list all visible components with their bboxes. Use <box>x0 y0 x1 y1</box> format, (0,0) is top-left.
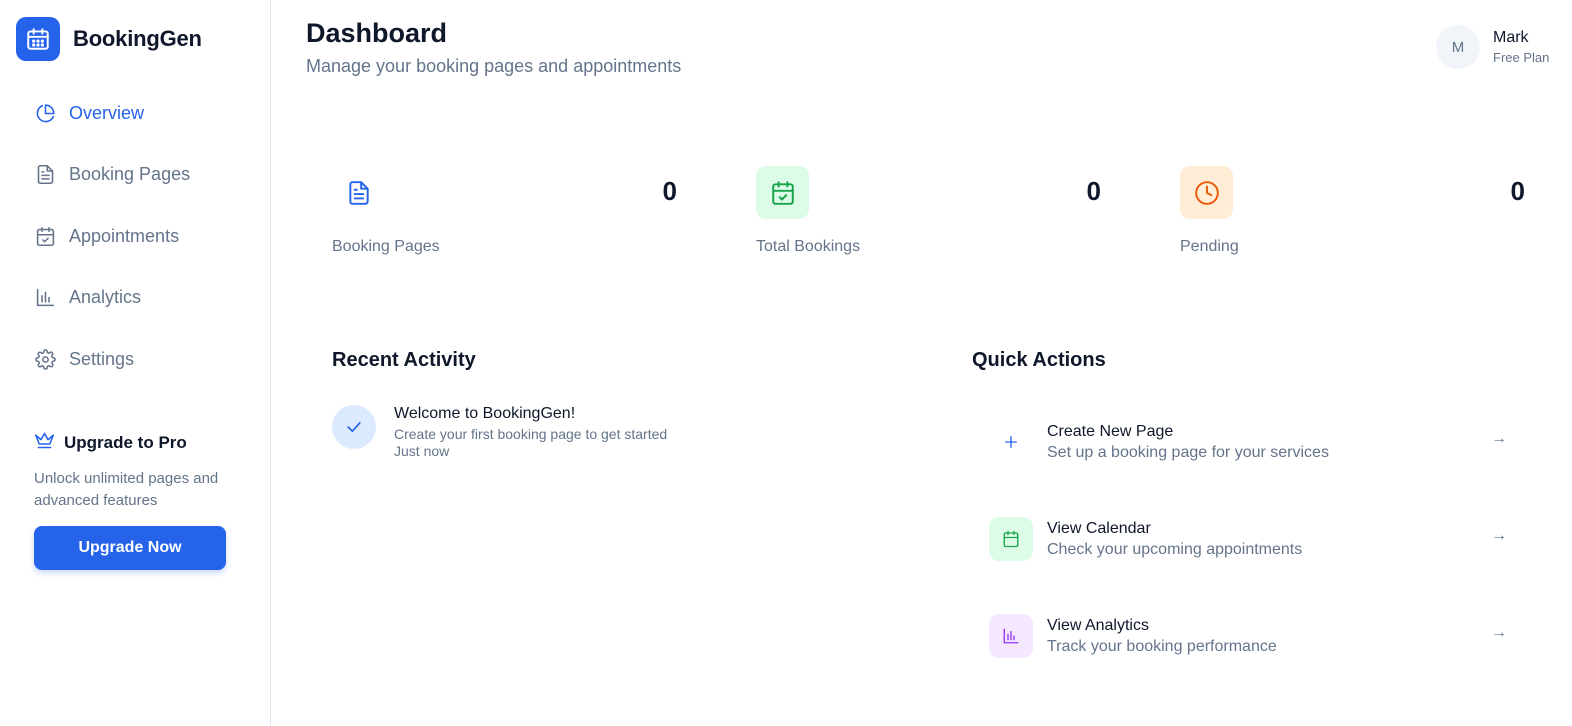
user-name: Mark <box>1493 29 1529 46</box>
activity-time: Just now <box>394 443 450 459</box>
stat-label: Booking Pages <box>332 238 440 255</box>
user-menu[interactable]: M Mark Free Plan <box>1436 25 1549 69</box>
stat-value: 0 <box>1086 176 1101 206</box>
pie-chart-icon <box>34 102 56 124</box>
gear-icon <box>34 348 56 370</box>
arrow-right-icon: → <box>1491 624 1507 641</box>
upgrade-description: Unlock unlimited pages and advanced feat… <box>34 470 219 509</box>
sidebar-item-overview[interactable]: Overview <box>34 96 254 130</box>
stat-value: 0 <box>662 176 677 206</box>
activity-text: Welcome to BookingGen! Create your first… <box>394 405 667 459</box>
clock-icon <box>1180 166 1233 219</box>
avatar: M <box>1436 25 1480 69</box>
calendar-check-icon <box>756 166 809 219</box>
sidebar: BookingGen Overview Booking Pages Appoin… <box>0 0 271 726</box>
upgrade-card: Upgrade to Pro Unlock unlimited pages an… <box>34 430 234 570</box>
file-text-icon <box>332 166 385 219</box>
sidebar-item-booking-pages[interactable]: Booking Pages <box>34 158 254 192</box>
quick-action-description: Track your booking performance <box>1047 637 1277 655</box>
quick-action-description: Check your upcoming appointments <box>1047 540 1303 558</box>
sidebar-item-label: Booking Pages <box>69 164 191 184</box>
sidebar-item-label: Analytics <box>69 287 142 307</box>
activity-description: Create your first booking page to get st… <box>394 426 668 442</box>
quick-action-title: View Analytics <box>1047 616 1149 634</box>
crown-icon <box>34 430 55 456</box>
upgrade-title: Upgrade to Pro <box>64 433 187 452</box>
quick-action-create-new-page[interactable]: Create New Page Set up a booking page fo… <box>989 419 1519 465</box>
recent-activity-title: Recent Activity <box>332 349 476 371</box>
quick-action-title: View Calendar <box>1047 519 1151 537</box>
quick-actions-title: Quick Actions <box>972 349 1106 371</box>
upgrade-now-button[interactable]: Upgrade Now <box>34 526 226 570</box>
stat-label: Pending <box>1180 238 1239 255</box>
page-subtitle: Manage your booking pages and appointmen… <box>306 56 682 76</box>
sidebar-item-label: Appointments <box>69 225 180 246</box>
user-plan: Free Plan <box>1493 50 1550 65</box>
brand-name: BookingGen <box>73 26 202 51</box>
plus-icon <box>989 420 1033 464</box>
stat-card-booking-pages: 0 Booking Pages <box>332 166 677 266</box>
file-text-icon <box>34 164 56 186</box>
user-info: Mark Free Plan <box>1493 29 1549 65</box>
activity-item: Welcome to BookingGen! Create your first… <box>332 405 667 459</box>
brand[interactable]: BookingGen <box>16 17 202 61</box>
calendar-check-icon <box>34 225 56 247</box>
quick-action-text: Create New Page Set up a booking page fo… <box>1047 423 1329 462</box>
upgrade-header: Upgrade to Pro <box>34 430 234 456</box>
page-title: Dashboard <box>306 18 448 48</box>
quick-action-description: Set up a booking page for your services <box>1047 443 1329 461</box>
check-icon <box>332 405 376 449</box>
quick-action-view-analytics[interactable]: View Analytics Track your booking perfor… <box>989 613 1519 659</box>
arrow-right-icon: → <box>1491 430 1507 447</box>
quick-action-text: View Calendar Check your upcoming appoin… <box>1047 520 1302 559</box>
quick-action-title: Create New Page <box>1047 422 1174 440</box>
calendar-icon <box>989 517 1033 561</box>
sidebar-item-settings[interactable]: Settings <box>34 342 254 376</box>
bar-chart-icon <box>34 287 56 309</box>
activity-title: Welcome to BookingGen! <box>394 405 576 422</box>
sidebar-item-label: Overview <box>69 102 145 123</box>
sidebar-item-label: Settings <box>69 348 135 369</box>
quick-action-text: View Analytics Track your booking perfor… <box>1047 617 1277 656</box>
stat-label: Total Bookings <box>756 238 861 255</box>
calendar-icon <box>16 17 60 61</box>
bar-chart-icon <box>989 614 1033 658</box>
stat-card-total-bookings: 0 Total Bookings <box>756 166 1101 266</box>
sidebar-item-appointments[interactable]: Appointments <box>34 219 254 253</box>
stat-value: 0 <box>1510 176 1525 206</box>
sidebar-item-analytics[interactable]: Analytics <box>34 281 254 315</box>
arrow-right-icon: → <box>1491 527 1507 544</box>
sidebar-nav: Overview Booking Pages Appointments Anal… <box>34 96 254 404</box>
quick-action-view-calendar[interactable]: View Calendar Check your upcoming appoin… <box>989 516 1519 562</box>
stat-card-pending: 0 Pending <box>1180 166 1525 266</box>
